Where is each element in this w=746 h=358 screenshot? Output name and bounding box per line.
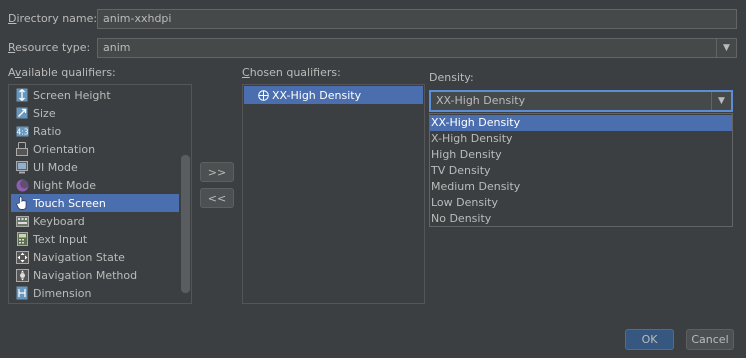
cancel-button[interactable]: Cancel bbox=[686, 329, 734, 350]
night-mode-icon bbox=[15, 178, 29, 192]
resource-type-combo[interactable]: anim ▼ bbox=[97, 38, 737, 58]
touch-screen-icon bbox=[15, 196, 29, 210]
list-item-label: Text Input bbox=[33, 232, 88, 246]
list-item-navigation-state[interactable]: Navigation State bbox=[11, 248, 179, 266]
chosen-item-density[interactable]: XX-High Density bbox=[244, 86, 423, 104]
density-option[interactable]: X-High Density bbox=[430, 131, 732, 147]
list-item-label: Screen Height bbox=[33, 88, 111, 102]
ui-mode-icon bbox=[15, 160, 29, 174]
list-item-screen-height[interactable]: Screen Height bbox=[11, 86, 179, 104]
available-qualifiers-label: Available qualifiers: bbox=[8, 66, 116, 79]
text-input-icon bbox=[15, 232, 29, 246]
dimension-icon bbox=[15, 286, 29, 300]
list-item-label: Navigation State bbox=[33, 250, 125, 264]
list-item-dimension[interactable]: Dimension bbox=[11, 284, 179, 302]
size-icon bbox=[15, 106, 29, 120]
density-icon bbox=[256, 88, 270, 102]
chosen-qualifiers-list[interactable]: XX-High Density bbox=[242, 84, 425, 304]
density-option[interactable]: High Density bbox=[430, 147, 732, 163]
ok-button[interactable]: OK bbox=[625, 329, 674, 350]
density-option[interactable]: Low Density bbox=[430, 195, 732, 211]
screen-height-icon bbox=[15, 88, 29, 102]
density-combo[interactable]: XX-High Density ▼ bbox=[429, 90, 733, 112]
density-option[interactable]: No Density bbox=[430, 211, 732, 227]
density-dropdown: XX-High Density X-High Density High Dens… bbox=[429, 113, 733, 227]
svg-text:4:3: 4:3 bbox=[16, 127, 28, 136]
list-item-ratio[interactable]: 4:3 Ratio bbox=[11, 122, 179, 140]
density-option[interactable]: Medium Density bbox=[430, 179, 732, 195]
list-item-label: Touch Screen bbox=[33, 196, 106, 210]
list-item-label: Ratio bbox=[33, 124, 62, 138]
list-item-touch-screen[interactable]: Touch Screen bbox=[11, 194, 179, 212]
list-item-keyboard[interactable]: Keyboard bbox=[11, 212, 179, 230]
remove-qualifier-button[interactable]: << bbox=[200, 188, 234, 208]
ratio-icon: 4:3 bbox=[15, 124, 29, 138]
navigation-state-icon bbox=[15, 250, 29, 264]
list-item-label: Night Mode bbox=[33, 178, 97, 192]
list-item-ui-mode[interactable]: UI Mode bbox=[11, 158, 179, 176]
available-qualifiers-viewport: Screen Height Size 4:3 Ratio Orientation… bbox=[9, 85, 179, 303]
list-item-label: Navigation Method bbox=[33, 268, 138, 282]
list-item-navigation-method[interactable]: Navigation Method bbox=[11, 266, 179, 284]
add-qualifier-button[interactable]: >> bbox=[200, 162, 234, 182]
list-item-label: Size bbox=[33, 106, 56, 120]
chevron-down-icon[interactable]: ▼ bbox=[711, 92, 731, 110]
list-item-label: UI Mode bbox=[33, 160, 78, 174]
list-item-label: Keyboard bbox=[33, 214, 85, 228]
directory-name-label: Directory name: bbox=[8, 12, 98, 25]
orientation-icon bbox=[15, 142, 29, 156]
navigation-method-icon bbox=[15, 268, 29, 282]
chosen-item-label: XX-High Density bbox=[272, 88, 362, 102]
chevron-down-icon[interactable]: ▼ bbox=[716, 39, 736, 57]
list-item-size[interactable]: Size bbox=[11, 104, 179, 122]
resource-type-label: Resource type: bbox=[8, 41, 91, 54]
keyboard-icon bbox=[15, 214, 29, 228]
chosen-qualifiers-label: Chosen qualifiers: bbox=[242, 66, 341, 79]
density-option[interactable]: XX-High Density bbox=[430, 115, 732, 131]
list-item-text-input[interactable]: Text Input bbox=[11, 230, 179, 248]
list-item-label: Dimension bbox=[33, 286, 92, 300]
list-item-night-mode[interactable]: Night Mode bbox=[11, 176, 179, 194]
available-qualifiers-list[interactable]: Screen Height Size 4:3 Ratio Orientation… bbox=[8, 84, 192, 304]
available-scrollbar[interactable] bbox=[180, 85, 191, 303]
list-item-orientation[interactable]: Orientation bbox=[11, 140, 179, 158]
directory-name-input[interactable]: anim-xxhdpi bbox=[97, 9, 737, 29]
list-item-label: Orientation bbox=[33, 142, 96, 156]
resource-type-value: anim bbox=[103, 41, 131, 54]
available-scrollbar-thumb[interactable] bbox=[181, 155, 190, 293]
density-value: XX-High Density bbox=[436, 94, 526, 107]
density-label: Density: bbox=[429, 71, 474, 84]
density-option[interactable]: TV Density bbox=[430, 163, 732, 179]
